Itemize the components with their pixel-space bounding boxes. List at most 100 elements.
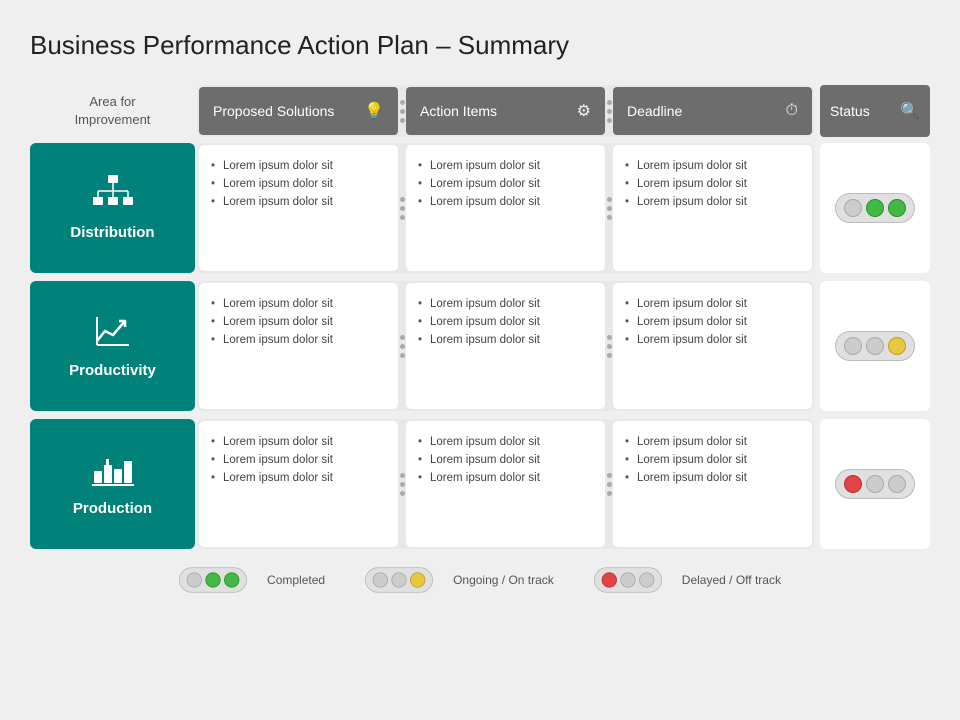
list-item: Lorem ipsum dolor sit xyxy=(416,469,595,487)
legend-completed-lights xyxy=(179,568,247,594)
divider xyxy=(607,421,611,547)
list-item: Lorem ipsum dolor sit xyxy=(416,157,595,175)
list-item: Lorem ipsum dolor sit xyxy=(416,331,595,349)
productivity-solutions: Lorem ipsum dolor sit Lorem ipsum dolor … xyxy=(199,283,398,409)
distribution-cells: Lorem ipsum dolor sit Lorem ipsum dolor … xyxy=(197,143,814,273)
divider xyxy=(400,87,404,135)
search-icon: 🔍 xyxy=(900,101,920,121)
light-2 xyxy=(205,573,220,588)
production-icon xyxy=(92,451,134,492)
row-productivity: Productivity Lorem ipsum dolor sit Lorem… xyxy=(30,281,930,411)
list-item: Lorem ipsum dolor sit xyxy=(623,175,802,193)
light-3 xyxy=(410,573,425,588)
light-3 xyxy=(224,573,239,588)
divider xyxy=(400,421,404,547)
light-2 xyxy=(620,573,635,588)
light-3 xyxy=(639,573,654,588)
distribution-deadline: Lorem ipsum dolor sit Lorem ipsum dolor … xyxy=(613,145,812,271)
legend-delayed-label: Delayed / Off track xyxy=(682,573,781,587)
list-item: Lorem ipsum dolor sit xyxy=(416,313,595,331)
legend: Completed Ongoing / On track Delayed / O… xyxy=(30,565,930,595)
header-action-items: Action Items ⚙ xyxy=(406,87,605,135)
distribution-icon xyxy=(93,175,133,216)
light-2 xyxy=(391,573,406,588)
list-item: Lorem ipsum dolor sit xyxy=(209,469,388,487)
status-lights-ongoing xyxy=(835,331,915,361)
productivity-text: Productivity xyxy=(69,362,156,379)
list-item: Lorem ipsum dolor sit xyxy=(623,295,802,313)
light-2 xyxy=(866,199,884,217)
production-actions: Lorem ipsum dolor sit Lorem ipsum dolor … xyxy=(406,421,605,547)
light-3 xyxy=(888,199,906,217)
distribution-actions: Lorem ipsum dolor sit Lorem ipsum dolor … xyxy=(406,145,605,271)
header-cells: Proposed Solutions 💡 Action Items ⚙ xyxy=(197,85,814,137)
list-item: Lorem ipsum dolor sit xyxy=(416,175,595,193)
list-item: Lorem ipsum dolor sit xyxy=(209,175,388,193)
legend-completed-label: Completed xyxy=(267,573,325,587)
status-lights-completed xyxy=(835,193,915,223)
lightbulb-icon: 💡 xyxy=(364,101,384,121)
list-item: Lorem ipsum dolor sit xyxy=(209,157,388,175)
page: Business Performance Action Plan – Summa… xyxy=(0,0,960,720)
header-proposed-solutions: Proposed Solutions 💡 xyxy=(199,87,398,135)
list-item: Lorem ipsum dolor sit xyxy=(209,451,388,469)
productivity-label: Productivity xyxy=(30,281,195,411)
list-item: Lorem ipsum dolor sit xyxy=(209,295,388,313)
divider xyxy=(607,283,611,409)
header-deadline: Deadline ⏱ xyxy=(613,87,812,135)
list-item: Lorem ipsum dolor sit xyxy=(416,451,595,469)
list-item: Lorem ipsum dolor sit xyxy=(623,157,802,175)
page-title: Business Performance Action Plan – Summa… xyxy=(30,30,930,61)
light-1 xyxy=(187,573,202,588)
production-cells: Lorem ipsum dolor sit Lorem ipsum dolor … xyxy=(197,419,814,549)
light-1 xyxy=(844,475,862,493)
list-item: Lorem ipsum dolor sit xyxy=(416,295,595,313)
production-deadline: Lorem ipsum dolor sit Lorem ipsum dolor … xyxy=(613,421,812,547)
light-1 xyxy=(601,573,616,588)
row-distribution: Distribution Lorem ipsum dolor sit Lorem… xyxy=(30,143,930,273)
divider xyxy=(607,87,611,135)
production-text: Production xyxy=(73,500,152,517)
table-container: Area for Improvement Proposed Solutions … xyxy=(30,85,930,549)
productivity-deadline: Lorem ipsum dolor sit Lorem ipsum dolor … xyxy=(613,283,812,409)
legend-delayed-lights xyxy=(594,568,662,594)
list-item: Lorem ipsum dolor sit xyxy=(209,193,388,211)
row-production: Production Lorem ipsum dolor sit Lorem i… xyxy=(30,419,930,549)
list-item: Lorem ipsum dolor sit xyxy=(623,193,802,211)
light-1 xyxy=(373,573,388,588)
list-item: Lorem ipsum dolor sit xyxy=(623,313,802,331)
legend-ongoing-lights xyxy=(365,568,433,594)
light-2 xyxy=(866,475,884,493)
distribution-solutions: Lorem ipsum dolor sit Lorem ipsum dolor … xyxy=(199,145,398,271)
list-item: Lorem ipsum dolor sit xyxy=(623,433,802,451)
legend-completed: Completed xyxy=(179,565,325,595)
legend-ongoing: Ongoing / On track xyxy=(365,565,554,595)
settings-icon: ⚙ xyxy=(577,101,591,121)
production-label: Production xyxy=(30,419,195,549)
list-item: Lorem ipsum dolor sit xyxy=(209,331,388,349)
distribution-status xyxy=(820,143,930,273)
list-item: Lorem ipsum dolor sit xyxy=(416,193,595,211)
divider xyxy=(400,283,404,409)
divider xyxy=(607,145,611,271)
productivity-cells: Lorem ipsum dolor sit Lorem ipsum dolor … xyxy=(197,281,814,411)
header-status: Status 🔍 xyxy=(820,85,930,137)
light-1 xyxy=(844,337,862,355)
distribution-label: Distribution xyxy=(30,143,195,273)
distribution-text: Distribution xyxy=(70,224,154,241)
status-lights-delayed xyxy=(835,469,915,499)
clock-icon: ⏱ xyxy=(786,102,798,120)
divider xyxy=(400,145,404,271)
production-status xyxy=(820,419,930,549)
legend-delayed: Delayed / Off track xyxy=(594,565,781,595)
legend-ongoing-label: Ongoing / On track xyxy=(453,573,554,587)
productivity-icon xyxy=(93,313,133,354)
list-item: Lorem ipsum dolor sit xyxy=(623,331,802,349)
production-solutions: Lorem ipsum dolor sit Lorem ipsum dolor … xyxy=(199,421,398,547)
list-item: Lorem ipsum dolor sit xyxy=(623,451,802,469)
header-area-label: Area for Improvement xyxy=(30,85,195,137)
light-3 xyxy=(888,337,906,355)
list-item: Lorem ipsum dolor sit xyxy=(623,469,802,487)
light-3 xyxy=(888,475,906,493)
list-item: Lorem ipsum dolor sit xyxy=(416,433,595,451)
